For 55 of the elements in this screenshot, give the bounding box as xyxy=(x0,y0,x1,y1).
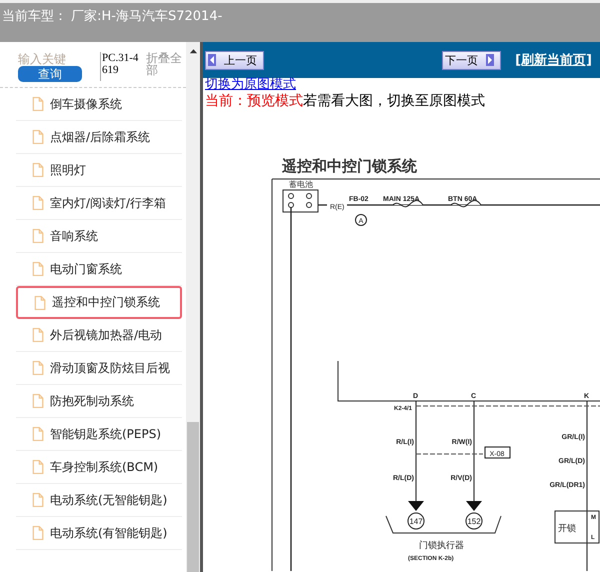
document-icon xyxy=(32,459,44,475)
document-icon xyxy=(32,162,44,178)
sidebar-item[interactable]: 防抱死制动系统 xyxy=(16,385,182,418)
search-button[interactable]: 查询 xyxy=(18,66,82,82)
sidebar-item[interactable]: 照明灯 xyxy=(16,154,182,187)
document-icon xyxy=(32,525,44,541)
ground-arrow-icon xyxy=(466,501,482,511)
document-icon xyxy=(32,228,44,244)
switch-box xyxy=(554,510,600,544)
sidebar-item[interactable]: 点烟器/后除霜系统 xyxy=(16,121,182,154)
document-icon xyxy=(32,393,44,409)
sidebar-item[interactable]: 室内灯/阅读灯/行李箱 xyxy=(16,187,182,220)
document-icon xyxy=(32,360,44,376)
ground-number: 152 xyxy=(467,517,481,526)
code-text: PC.31-4619 xyxy=(100,52,142,81)
document-icon xyxy=(32,96,44,112)
ground-circle xyxy=(408,512,424,530)
document-icon xyxy=(32,492,44,508)
document-icon xyxy=(32,195,44,211)
ground-circle xyxy=(466,512,482,530)
mode-hint-text: 若需看大图，切换至原图模式 xyxy=(303,93,485,109)
sidebar-item[interactable]: 倒车摄像系统 xyxy=(16,88,182,121)
sidebar-item[interactable]: 音响系统 xyxy=(16,220,182,253)
sidebar-item[interactable]: 外后视镜加热器/电动 xyxy=(16,319,182,352)
diagram-title: 遥控和中控门锁系统 xyxy=(282,158,417,175)
battery-symbol xyxy=(282,190,318,212)
actuator-label: 门锁执行器 xyxy=(419,540,464,550)
document-icon xyxy=(34,294,46,310)
document-icon xyxy=(32,327,44,343)
sidebar-item[interactable]: 电动系统(有智能钥匙) xyxy=(16,517,182,550)
document-icon xyxy=(32,129,44,145)
unlock-label: 开锁 xyxy=(558,523,576,533)
previous-page-button[interactable]: 上一页 xyxy=(205,50,264,70)
document-icon xyxy=(32,426,44,442)
ground-number: 147 xyxy=(409,517,423,526)
scroll-up-icon[interactable] xyxy=(188,48,198,54)
refresh-link[interactable]: [刷新当前页] xyxy=(515,51,592,69)
document-icon xyxy=(32,261,44,277)
current-mode-text: 当前：预览模式 xyxy=(205,93,303,109)
connector-tag xyxy=(484,446,510,458)
scrollbar[interactable] xyxy=(186,42,200,572)
vehicle-title: 当前车型： 厂家:H-海马汽车S72014- xyxy=(2,9,222,24)
sidebar-item[interactable]: 车身控制系统(BCM) xyxy=(16,451,182,484)
battery-label: 蓄电池 xyxy=(289,180,313,189)
left-arrow-icon xyxy=(208,54,216,66)
sidebar-item[interactable]: 遥控和中控门锁系统 xyxy=(16,286,182,319)
ground-arrow-icon xyxy=(408,501,424,511)
sidebar-item[interactable]: 电动系统(无智能钥匙) xyxy=(16,484,182,517)
scroll-thumb[interactable] xyxy=(187,422,199,572)
connector-circle xyxy=(355,214,367,226)
switch-mode-link[interactable]: 切换为原图模式 xyxy=(203,78,600,91)
sidebar-item[interactable]: 滑动顶窗及防炫目后视 xyxy=(16,352,182,385)
next-page-button[interactable]: 下一页 xyxy=(442,50,502,70)
sidebar-item[interactable]: 智能钥匙系统(PEPS) xyxy=(16,418,182,451)
right-arrow-icon xyxy=(486,54,494,66)
